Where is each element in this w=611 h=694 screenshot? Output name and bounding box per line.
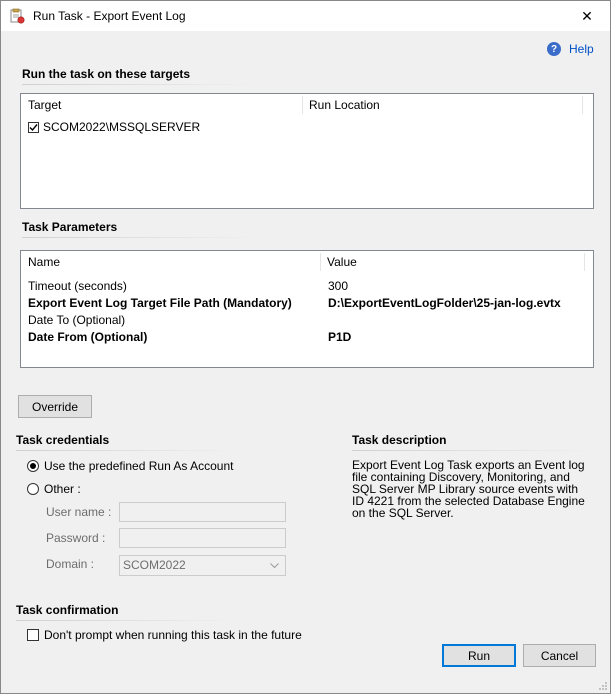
other-radio[interactable] xyxy=(27,483,39,495)
other-label[interactable]: Other : xyxy=(44,482,81,496)
run-task-dialog: Run Task - Export Event Log ✕ ? Help Run… xyxy=(0,0,611,694)
column-separator[interactable] xyxy=(584,253,585,271)
domain-value: SCOM2022 xyxy=(123,558,186,572)
param-name[interactable]: Timeout (seconds) xyxy=(28,279,127,293)
task-icon xyxy=(10,8,25,24)
dont-prompt-option[interactable]: Don't prompt when running this task in t… xyxy=(27,628,302,642)
close-button[interactable]: ✕ xyxy=(564,1,610,31)
table-row[interactable]: SCOM2022\MSSQLSERVER xyxy=(28,120,200,134)
checkmark-icon xyxy=(29,123,38,131)
help-icon[interactable]: ? xyxy=(547,42,561,56)
run-button[interactable]: Run xyxy=(442,644,516,667)
column-separator[interactable] xyxy=(582,96,583,114)
radio-selected-dot xyxy=(30,463,36,469)
dont-prompt-label[interactable]: Don't prompt when running this task in t… xyxy=(44,628,302,642)
targets-section-divider xyxy=(22,84,258,85)
targets-list[interactable]: Target Run Location SCOM2022\MSSQLSERVER xyxy=(20,93,594,209)
user-name-label: User name : xyxy=(46,505,112,519)
param-name[interactable]: Date To (Optional) xyxy=(28,313,125,327)
param-name[interactable]: Export Event Log Target File Path (Manda… xyxy=(28,296,292,310)
password-field[interactable] xyxy=(119,528,286,548)
parameters-list[interactable]: Name Value Timeout (seconds) 300 Export … xyxy=(20,250,594,368)
param-value[interactable]: 300 xyxy=(328,279,348,293)
column-header-name[interactable]: Name xyxy=(21,251,320,273)
help-link[interactable]: Help xyxy=(569,42,594,56)
column-header-run-location[interactable]: Run Location xyxy=(302,94,582,116)
cancel-button[interactable]: Cancel xyxy=(523,644,596,667)
domain-select[interactable]: SCOM2022 xyxy=(119,555,286,576)
param-name[interactable]: Date From (Optional) xyxy=(28,330,147,344)
window-title: Run Task - Export Event Log xyxy=(33,9,186,23)
predefined-account-option[interactable]: Use the predefined Run As Account xyxy=(27,459,233,473)
title-bar: Run Task - Export Event Log ✕ xyxy=(1,1,610,31)
confirmation-section-title: Task confirmation xyxy=(16,603,119,617)
other-account-option[interactable]: Other : xyxy=(27,482,81,496)
domain-label: Domain : xyxy=(46,557,95,571)
param-value[interactable]: D:\ExportEventLogFolder\25-jan-log.evtx xyxy=(328,296,561,310)
description-section-divider xyxy=(352,450,592,451)
password-label: Password : xyxy=(46,531,106,545)
target-name: SCOM2022\MSSQLSERVER xyxy=(43,120,201,134)
credentials-section-divider xyxy=(16,450,236,451)
parameters-section-divider xyxy=(22,237,258,238)
predefined-radio[interactable] xyxy=(27,460,39,472)
credentials-section-title: Task credentials xyxy=(16,433,110,447)
column-header-value[interactable]: Value xyxy=(320,251,584,273)
predefined-label[interactable]: Use the predefined Run As Account xyxy=(44,459,233,473)
column-header-target[interactable]: Target xyxy=(21,94,302,116)
param-value[interactable]: P1D xyxy=(328,330,351,344)
resize-grip-icon[interactable] xyxy=(598,681,608,691)
targets-section-title: Run the task on these targets xyxy=(22,67,191,81)
parameters-section-title: Task Parameters xyxy=(22,220,118,234)
dont-prompt-checkbox[interactable] xyxy=(27,629,39,641)
chevron-down-icon xyxy=(270,563,279,569)
close-icon: ✕ xyxy=(581,7,593,24)
override-button[interactable]: Override xyxy=(18,395,92,418)
target-checkbox[interactable] xyxy=(28,121,39,133)
help-link-group[interactable]: ? Help xyxy=(547,42,594,56)
description-section-title: Task description xyxy=(352,433,447,447)
user-name-field[interactable] xyxy=(119,502,286,522)
confirmation-section-divider xyxy=(16,620,236,621)
task-description-text: Export Event Log Task exports an Event l… xyxy=(352,458,585,520)
